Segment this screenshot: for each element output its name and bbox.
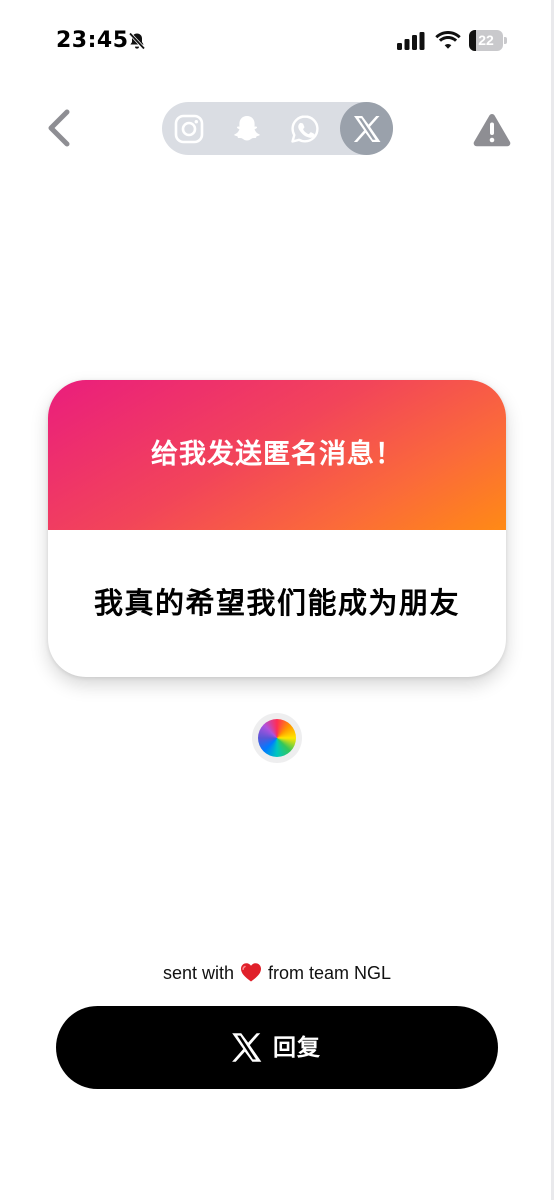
- battery-cap: [504, 37, 507, 44]
- status-time: 23:45: [56, 28, 129, 53]
- color-wheel-icon: [258, 719, 296, 757]
- share-whatsapp-button[interactable]: [282, 106, 328, 152]
- x-icon: [232, 1033, 262, 1062]
- card-header-text: 给我发送匿名消息！: [151, 439, 403, 470]
- share-instagram-button[interactable]: [166, 106, 212, 152]
- back-button[interactable]: [38, 106, 82, 150]
- share-x-button[interactable]: [340, 102, 393, 155]
- warning-icon: [473, 114, 511, 147]
- battery-body: 22: [469, 30, 503, 51]
- card-header: 给我发送匿名消息！: [48, 380, 506, 530]
- message-text: 我真的希望我们能成为朋友: [93, 586, 460, 620]
- bell-slash-icon: [128, 32, 146, 50]
- sent-with-footer: sent with from team NGL: [0, 960, 554, 986]
- heart-icon: [241, 963, 261, 982]
- message-card: 给我发送匿名消息！ 我真的希望我们能成为朋友: [48, 380, 506, 677]
- wifi-icon: [435, 31, 461, 49]
- battery-percent: 22: [478, 32, 494, 48]
- battery-icon: 22: [469, 30, 507, 51]
- signal-icon: [397, 32, 425, 50]
- whatsapp-icon: [291, 115, 319, 143]
- color-picker-button[interactable]: [252, 713, 302, 763]
- report-button[interactable]: [472, 112, 512, 148]
- share-snapchat-button[interactable]: [224, 106, 270, 152]
- sent-with-suffix: from team NGL: [268, 963, 392, 983]
- reply-label: 回复: [273, 1035, 321, 1061]
- sent-with-prefix: sent with: [162, 963, 234, 983]
- snapchat-icon: [234, 116, 260, 141]
- status-bar: 23:45 22: [0, 0, 554, 80]
- share-target-selector: [162, 102, 393, 155]
- chevron-left-icon: [48, 109, 70, 147]
- x-icon: [353, 115, 380, 142]
- instagram-icon: [174, 114, 204, 144]
